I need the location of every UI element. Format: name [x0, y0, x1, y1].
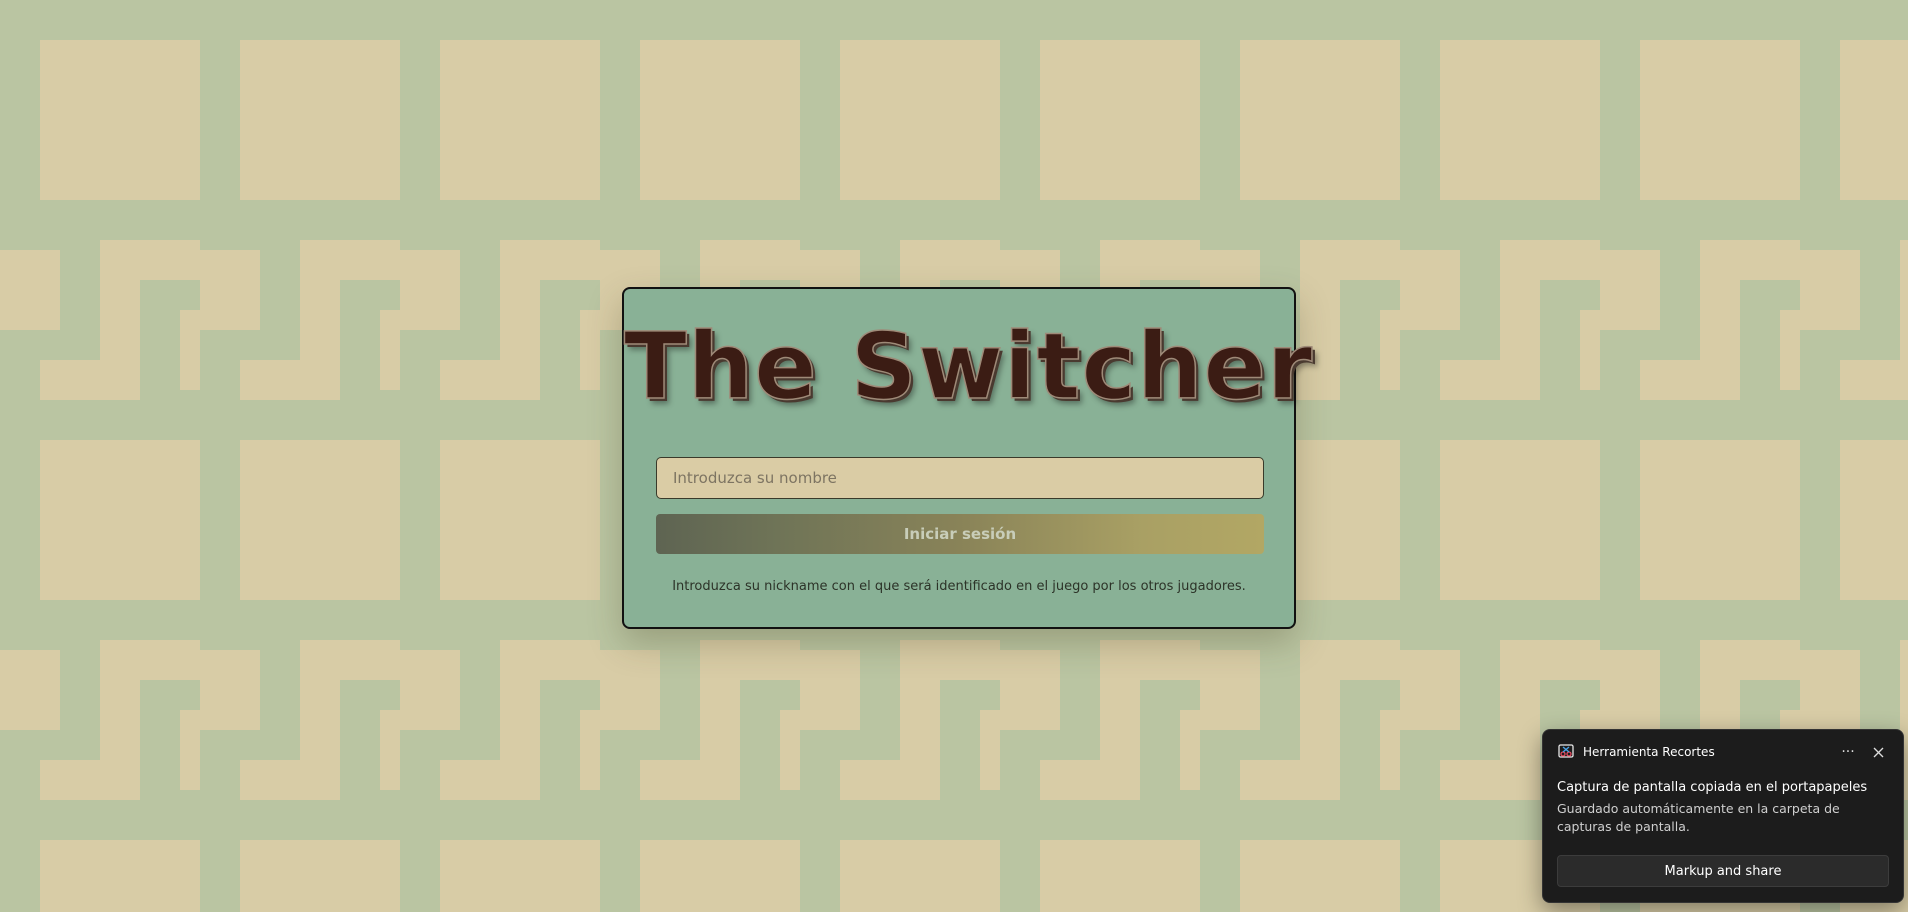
nickname-hint: Introduzca su nickname con el que será i… — [672, 579, 1246, 594]
login-card: The Switcher Iniciar sesión Introduzca s… — [622, 287, 1314, 629]
login-button[interactable]: Iniciar sesión — [656, 514, 1264, 554]
snipping-notification: Herramienta Recortes ··· Captura de pant… — [1542, 729, 1904, 903]
close-icon[interactable] — [1863, 740, 1893, 764]
nickname-input[interactable] — [656, 457, 1264, 499]
more-icon[interactable]: ··· — [1833, 740, 1863, 764]
markup-and-share-button[interactable]: Markup and share — [1557, 855, 1889, 887]
snipping-tool-icon — [1557, 743, 1575, 761]
notification-header: Herramienta Recortes ··· — [1557, 740, 1893, 764]
notification-title: Captura de pantalla copiada en el portap… — [1557, 780, 1868, 795]
notification-body: Guardado automáticamente en la carpeta d… — [1557, 801, 1840, 834]
notification-app-name: Herramienta Recortes — [1583, 745, 1715, 759]
app-title: The Switcher — [623, 313, 1314, 420]
